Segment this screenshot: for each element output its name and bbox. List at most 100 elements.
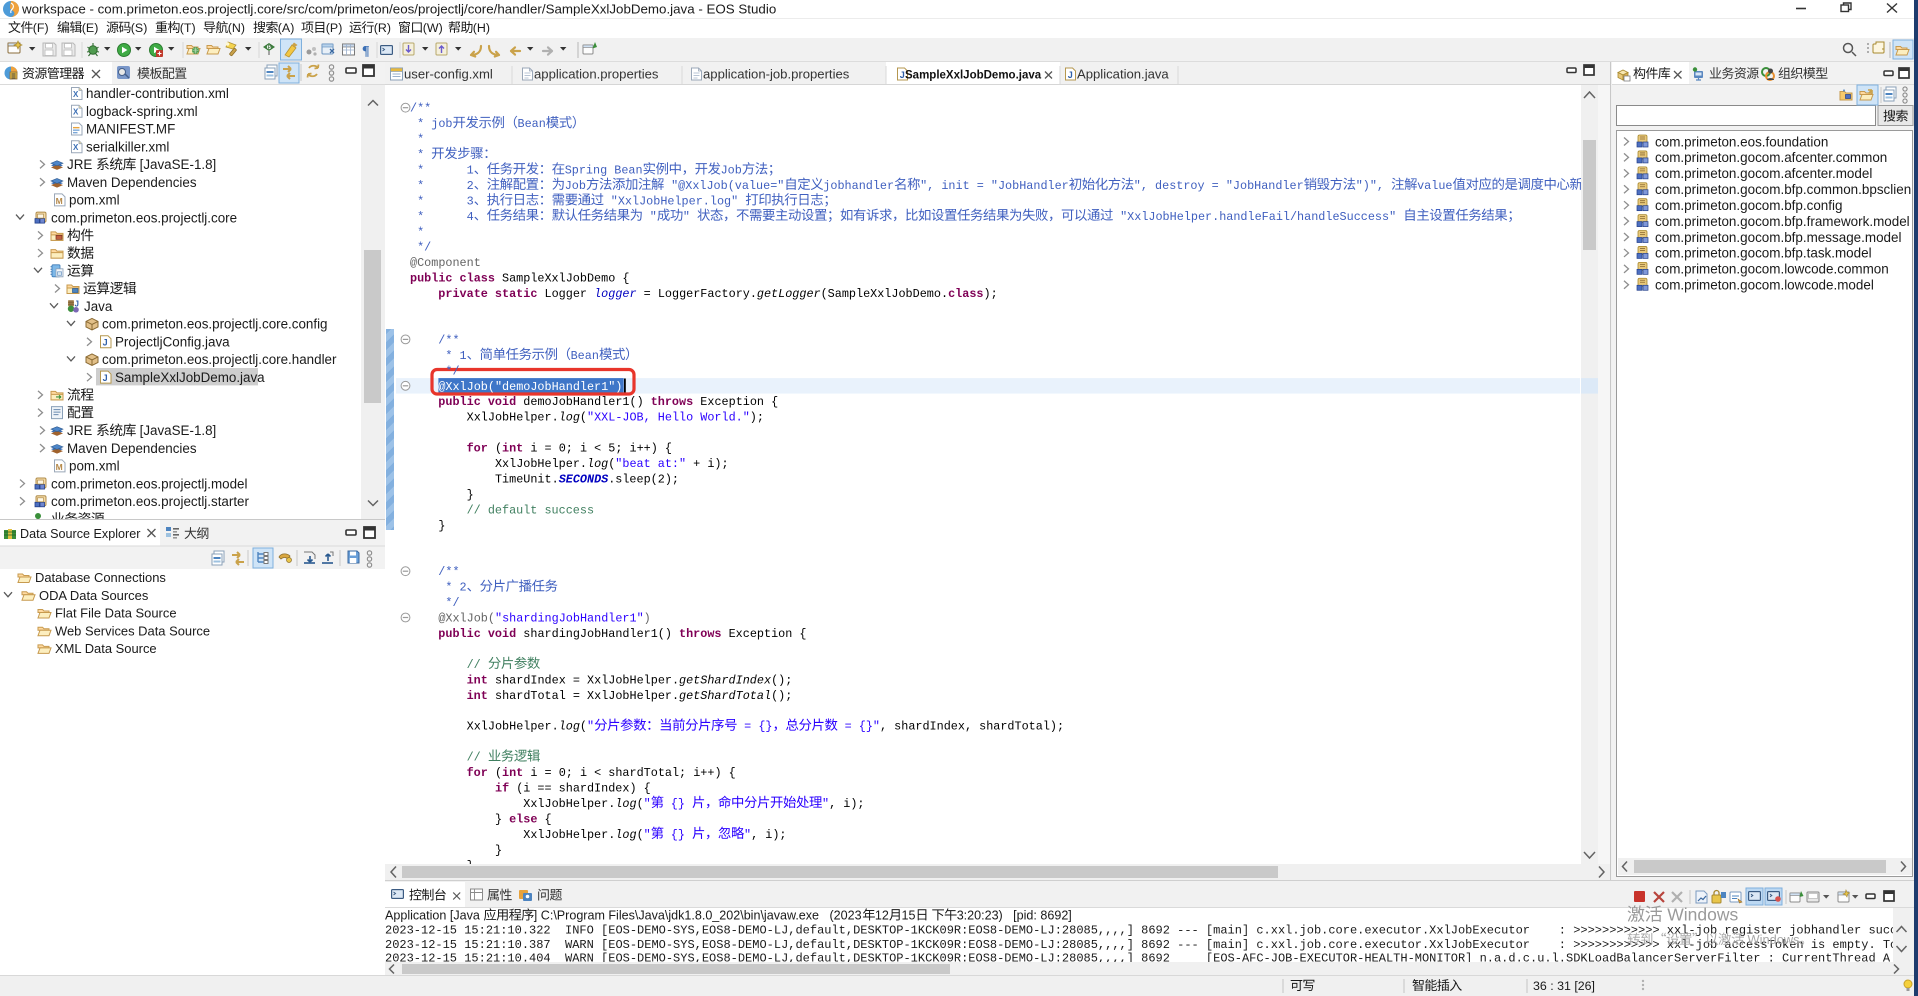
svg-text:com.primeton.gocom.bfp.task.mo: com.primeton.gocom.bfp.task.model [1655, 246, 1872, 261]
svg-text:XxlJobHelper.: XxlJobHelper. [410, 720, 559, 734]
svg-text:Java: Java [84, 299, 113, 314]
svg-text:throws: throws [679, 627, 729, 641]
svg-text:* 3: * 3 [410, 194, 474, 208]
svg-text:SampleXxlJobDemo.java: SampleXxlJobDemo.java [905, 70, 1042, 82]
svg-text:J: J [1068, 70, 1073, 80]
svg-text:X: X [73, 90, 79, 99]
svg-text:"XxlJobHelper.handleFail/handl: "XxlJobHelper.handleFail/handleSuccess" [1113, 210, 1403, 224]
svg-text:i = 0; i < 5; i++) {: i = 0; i < 5; i++) { [530, 442, 672, 456]
svg-text:.sleep(2);: .sleep(2); [608, 473, 679, 487]
svg-text:@XxlJob("demoJobHandler1"): @XxlJob("demoJobHandler1") [410, 380, 622, 394]
svg-text:": " [822, 797, 829, 811]
svg-text:public void: public void [438, 395, 523, 409]
svg-text:serialkiller.xml: serialkiller.xml [86, 139, 169, 154]
svg-text:J: J [75, 299, 79, 308]
svg-text:* 1: * 1 [410, 349, 467, 363]
svg-text:Maven Dependencies: Maven Dependencies [67, 175, 197, 190]
svg-text:com.primeton.eos.projectlj.cor: com.primeton.eos.projectlj.core.config [102, 317, 328, 332]
svg-text:();: (); [771, 673, 792, 687]
svg-text:(W): (W) [423, 21, 443, 35]
svg-text:, shardIndex, shardTotal);: , shardIndex, shardTotal); [880, 720, 1064, 734]
svg-text:*/: */ [410, 241, 431, 255]
svg-text:application-job.properties: application-job.properties [703, 67, 850, 82]
svg-text:workspace - com.primeton.eos.p: workspace - com.primeton.eos.projectlj.c… [21, 2, 776, 17]
svg-text:private static: private static [438, 287, 544, 301]
svg-text:(SampleXxlJobDemo.: (SampleXxlJobDemo. [821, 287, 948, 301]
svg-text:(P): (P) [326, 21, 343, 35]
svg-text:Maven Dependencies: Maven Dependencies [67, 441, 197, 456]
svg-text:getShardIndex: getShardIndex [679, 673, 771, 687]
svg-text:*: * [410, 148, 431, 162]
svg-text:X: X [73, 108, 79, 117]
svg-text:MANIFEST.MF: MANIFEST.MF [86, 122, 175, 137]
svg-text:*/: */ [410, 364, 460, 378]
svg-text:(E): (E) [82, 21, 99, 35]
svg-text:X: X [73, 143, 79, 152]
svg-text:(: ( [580, 720, 587, 734]
svg-text:Flat File Data Source: Flat File Data Source [55, 606, 177, 621]
svg-text:(: ( [608, 457, 615, 471]
svg-text:Logger: Logger [545, 287, 595, 301]
svg-text:¶: ¶ [362, 44, 370, 59]
svg-text:log: log [559, 411, 580, 425]
svg-text:"shardingJobHandler1": "shardingJobHandler1" [495, 612, 644, 626]
svg-text:Data Source Explorer: Data Source Explorer [20, 527, 140, 541]
svg-text:J: J [103, 373, 108, 383]
svg-text:ProjectljConfig.java: ProjectljConfig.java [115, 334, 230, 349]
svg-text:com.primeton.eos.projectlj.sta: com.primeton.eos.projectlj.starter [51, 494, 249, 509]
svg-text:log: log [587, 457, 608, 471]
svg-text:public void: public void [438, 627, 523, 641]
svg-text:(F): (F) [33, 21, 49, 35]
svg-text:(N): (N) [228, 21, 245, 35]
svg-text:log: log [615, 797, 636, 811]
svg-text:/**: /** [438, 565, 459, 579]
svg-text:{}: {} [664, 797, 692, 811]
svg-text:*/: */ [410, 596, 460, 610]
svg-text:Job: Job [721, 164, 742, 178]
svg-text:[JavaSE-1.8]: [JavaSE-1.8] [136, 157, 216, 172]
svg-text://: // [467, 658, 488, 672]
svg-text:}: } [410, 843, 502, 857]
svg-text:Application [Java: Application [Java [385, 909, 483, 923]
svg-text:com.primeton.gocom.lowcode.mod: com.primeton.gocom.lowcode.model [1655, 278, 1874, 293]
svg-text:XML Data Source: XML Data Source [55, 641, 157, 656]
svg-text:Database Connections: Database Connections [35, 570, 166, 585]
svg-text:application.properties: application.properties [534, 67, 659, 82]
svg-text:Job: Job [565, 179, 586, 193]
svg-text:"beat at:": "beat at:" [615, 457, 686, 471]
svg-text:@XxlJob(: @XxlJob( [410, 612, 495, 626]
svg-text:JRE: JRE [67, 423, 96, 438]
svg-text:SECONDS: SECONDS [559, 473, 609, 487]
svg-text:TimeUnit.: TimeUnit. [410, 473, 559, 487]
svg-text:Spring Bean: Spring Bean [565, 164, 643, 178]
svg-text:}: } [410, 488, 474, 502]
svg-text:else: else [509, 812, 544, 826]
svg-text:jobhandler: jobhandler [823, 179, 894, 193]
svg-text:J: J [103, 338, 108, 348]
svg-text:log: log [615, 828, 636, 842]
svg-text:XxlJobHelper.: XxlJobHelper. [410, 457, 587, 471]
svg-text:(T): (T) [180, 21, 196, 35]
svg-text:}: } [410, 519, 445, 533]
svg-text:* 2: * 2 [410, 179, 474, 193]
svg-text:Windows: Windows [1744, 932, 1799, 947]
svg-text:36 : 31 [26]: 36 : 31 [26] [1533, 979, 1595, 993]
svg-text:P: P [268, 45, 272, 51]
svg-text:SampleXxlJobDemo {: SampleXxlJobDemo { [502, 272, 629, 286]
svg-text:XxlJobHelper.: XxlJobHelper. [410, 828, 615, 842]
svg-text:Web Services Data Source: Web Services Data Source [55, 623, 210, 638]
svg-text:(H): (H) [473, 21, 490, 35]
svg-text:", destroy = "JobHandler: ", destroy = "JobHandler [1134, 179, 1304, 193]
svg-text:": " [683, 210, 697, 224]
svg-text:XxlJobHelper.: XxlJobHelper. [410, 411, 559, 425]
svg-text:Bean: Bean [518, 117, 546, 131]
svg-text:XxlJobHelper.: XxlJobHelper. [410, 797, 615, 811]
svg-text:getShardTotal: getShardTotal [679, 689, 771, 703]
svg-text:, i);: , i); [751, 828, 786, 842]
svg-text:();: (); [771, 689, 792, 703]
svg-text:value: value [1417, 179, 1452, 193]
svg-text:Exception {: Exception { [700, 395, 778, 409]
svg-text:(A): (A) [278, 21, 295, 35]
svg-text:}: } [410, 812, 509, 826]
svg-text:[JavaSE-1.8]: [JavaSE-1.8] [136, 423, 216, 438]
